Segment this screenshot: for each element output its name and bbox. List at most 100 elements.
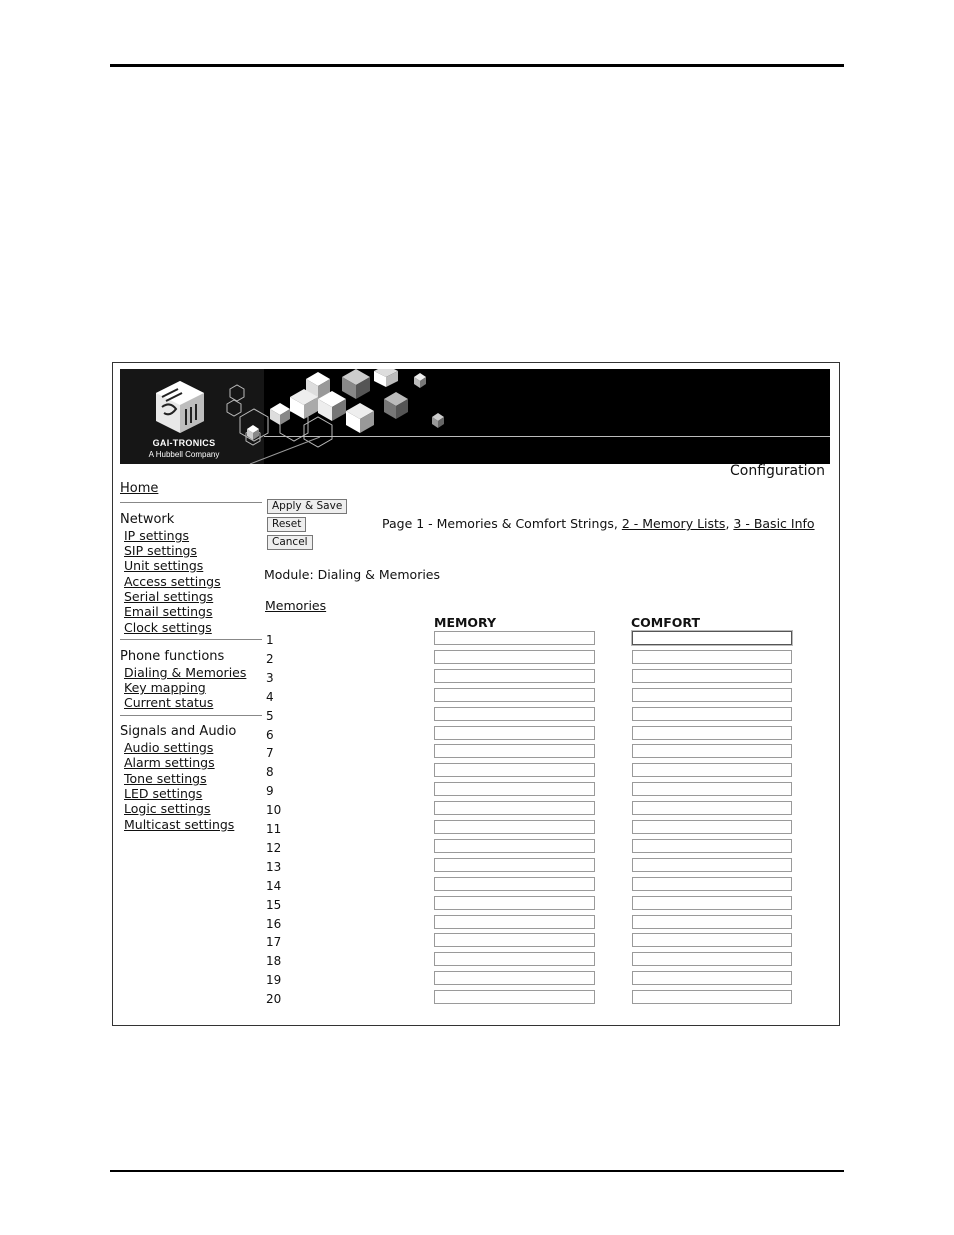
nav-logic-settings[interactable]: Logic settings	[124, 801, 211, 816]
brand-name: GAI-TRONICS	[152, 438, 216, 448]
comfort-input[interactable]	[632, 631, 792, 645]
nav-dialing-memories[interactable]: Dialing & Memories	[124, 665, 246, 680]
nav-led-settings[interactable]: LED settings	[124, 786, 202, 801]
pager-separator: ,	[725, 516, 730, 531]
nav-group-network: Network	[120, 512, 175, 527]
comfort-input[interactable]	[632, 971, 792, 986]
memory-input[interactable]	[434, 782, 595, 797]
row-number: 15	[266, 897, 282, 912]
nav-group-phone-functions: Phone functions	[120, 649, 225, 664]
comfort-input[interactable]	[632, 876, 792, 891]
nav-current-status[interactable]: Current status	[124, 695, 213, 710]
cancel-button[interactable]: Cancel	[267, 535, 313, 550]
nav-access-settings[interactable]: Access settings	[124, 574, 221, 589]
comfort-column-header: COMFORT	[631, 615, 700, 630]
memory-input[interactable]	[434, 895, 595, 910]
row-number: 19	[266, 973, 282, 988]
sidebar-divider	[120, 502, 262, 503]
row-number: 6	[266, 727, 274, 742]
memory-input[interactable]	[434, 876, 595, 891]
comfort-input[interactable]	[632, 857, 792, 872]
memory-input[interactable]	[434, 801, 595, 816]
comfort-input[interactable]	[632, 687, 792, 702]
nav-alarm-settings[interactable]: Alarm settings	[124, 755, 215, 770]
memory-input[interactable]	[434, 687, 595, 702]
comfort-input[interactable]	[632, 725, 792, 740]
comfort-input[interactable]	[632, 744, 792, 759]
nav-email-settings[interactable]: Email settings	[124, 604, 213, 619]
comfort-input[interactable]	[632, 895, 792, 910]
memory-input[interactable]	[434, 933, 595, 948]
memory-input[interactable]	[434, 668, 595, 683]
row-number: 10	[266, 803, 282, 818]
nav-audio-settings[interactable]: Audio settings	[124, 740, 213, 755]
brand-tagline: A Hubbell Company	[148, 450, 220, 459]
row-number: 18	[266, 954, 282, 969]
nav-unit-settings[interactable]: Unit settings	[124, 558, 203, 573]
reset-button[interactable]: Reset	[267, 517, 307, 532]
memory-input[interactable]	[434, 706, 595, 721]
row-number: 7	[266, 746, 274, 761]
comfort-input[interactable]	[632, 838, 792, 853]
nav-ip-settings[interactable]: IP settings	[124, 528, 189, 543]
row-number: 5	[266, 708, 274, 723]
sidebar-divider	[120, 715, 262, 716]
row-number: 8	[266, 765, 274, 780]
memory-input[interactable]	[434, 649, 595, 664]
memory-input[interactable]	[434, 631, 595, 645]
page-navigation: Page 1 - Memories & Comfort Strings, 2 -…	[382, 516, 815, 531]
memory-input[interactable]	[434, 725, 595, 740]
memory-input[interactable]	[434, 744, 595, 759]
row-number: 9	[266, 784, 274, 799]
nav-multicast-settings[interactable]: Multicast settings	[124, 817, 234, 832]
comfort-input[interactable]	[632, 706, 792, 721]
nav-tone-settings[interactable]: Tone settings	[124, 771, 207, 786]
comfort-input[interactable]	[632, 763, 792, 778]
memories-section-link[interactable]: Memories	[265, 598, 326, 613]
page-bottom-rule	[110, 1170, 844, 1172]
comfort-input[interactable]	[632, 801, 792, 816]
row-number: 14	[266, 878, 282, 893]
row-number: 20	[266, 992, 282, 1007]
comfort-input[interactable]	[632, 782, 792, 797]
comfort-input[interactable]	[632, 914, 792, 929]
page-title: Configuration	[730, 463, 825, 479]
apply-save-button[interactable]: Apply & Save	[267, 499, 348, 514]
memory-column-header: MEMORY	[434, 615, 497, 630]
memory-input[interactable]	[434, 971, 595, 986]
row-number: 13	[266, 859, 282, 874]
memory-input[interactable]	[434, 914, 595, 929]
nav-group-signals-audio: Signals and Audio	[120, 724, 237, 739]
banner-divider-line	[264, 436, 830, 437]
row-number: 17	[266, 935, 282, 950]
comfort-input[interactable]	[632, 952, 792, 967]
comfort-input[interactable]	[632, 668, 792, 683]
memory-input[interactable]	[434, 857, 595, 872]
nav-key-mapping[interactable]: Key mapping	[124, 680, 206, 695]
header-banner: GAI-TRONICS A Hubbell Company	[120, 369, 830, 464]
sidebar-divider	[120, 639, 262, 640]
comfort-input[interactable]	[632, 649, 792, 664]
row-number: 12	[266, 840, 282, 855]
comfort-input[interactable]	[632, 820, 792, 834]
page-2-link[interactable]: 2 - Memory Lists	[622, 516, 726, 531]
nav-serial-settings[interactable]: Serial settings	[124, 589, 213, 604]
memory-input[interactable]	[434, 838, 595, 853]
page-3-link[interactable]: 3 - Basic Info	[733, 516, 814, 531]
comfort-input[interactable]	[632, 990, 792, 1005]
memory-input[interactable]	[434, 763, 595, 778]
row-number: 16	[266, 916, 282, 931]
row-number: 4	[266, 689, 274, 704]
memory-input[interactable]	[434, 952, 595, 967]
memory-input[interactable]	[434, 990, 595, 1005]
current-page-label: Page 1 - Memories & Comfort Strings,	[382, 516, 618, 531]
nav-clock-settings[interactable]: Clock settings	[124, 620, 212, 635]
module-label: Module: Dialing & Memories	[264, 567, 441, 582]
comfort-input[interactable]	[632, 933, 792, 948]
nav-sip-settings[interactable]: SIP settings	[124, 543, 197, 558]
row-number: 11	[266, 822, 282, 836]
nav-home-link[interactable]: Home	[120, 481, 158, 496]
memory-input[interactable]	[434, 820, 595, 834]
row-number: 1	[266, 633, 274, 647]
row-number: 3	[266, 670, 274, 685]
